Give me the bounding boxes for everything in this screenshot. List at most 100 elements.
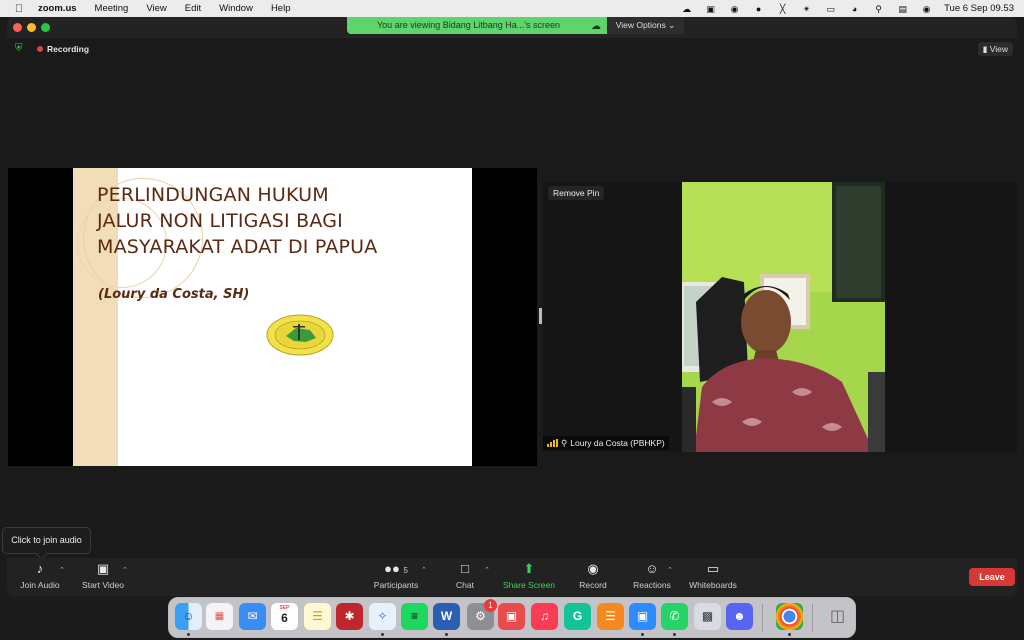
video-tile[interactable]: Remove Pin ⚲ Loury da Costa (PBHKP) xyxy=(543,182,1017,452)
reactions-button[interactable]: ☺ Reactions xyxy=(630,558,674,596)
apple-menu-icon[interactable]:  xyxy=(12,3,26,15)
join-audio-button[interactable]: ♪ Join Audio xyxy=(17,558,63,596)
record-button[interactable]: ◉ Record xyxy=(573,558,613,596)
music-icon[interactable]: ♫ xyxy=(531,603,558,630)
viewing-screen-text: You are viewing Bidang Litbang Ha...'s s… xyxy=(377,20,561,30)
close-window-button[interactable] xyxy=(13,23,22,32)
chat-button[interactable]: □ Chat xyxy=(447,558,483,596)
slide-title-line-1: PERLINDUNGAN HUKUM xyxy=(97,184,329,206)
battery-icon[interactable]: ▭ xyxy=(824,4,837,14)
participants-button[interactable]: ●● 5 Participants xyxy=(369,558,423,596)
spotify-icon[interactable]: ≡ xyxy=(401,603,428,630)
status-area: ☁ ▣ ◉ ● ╳ ✴ ▭ ◕ ⚲ ▤ ◉ Tue 6 Sep 09.53 xyxy=(680,0,1014,17)
share-screen-button[interactable]: ⬆ Share Screen xyxy=(499,558,559,596)
join-audio-tooltip: Click to join audio xyxy=(2,527,91,554)
minimize-window-button[interactable] xyxy=(27,23,36,32)
slide-title-line-2: JALUR NON LITIGASI BAGI xyxy=(97,210,343,232)
record-label: Record xyxy=(579,580,607,590)
cloud-icon: ☁ xyxy=(591,21,601,32)
discord-icon[interactable]: ☻ xyxy=(726,603,753,630)
menu-view[interactable]: View xyxy=(146,3,166,14)
running-indicator xyxy=(445,633,448,636)
shared-screen[interactable]: PERLINDUNGAN HUKUM JALUR NON LITIGASI BA… xyxy=(8,168,537,466)
video-options-chevron-icon[interactable]: ⌃ xyxy=(122,566,128,574)
chrome-icon[interactable] xyxy=(776,603,803,630)
books-icon[interactable]: ☰ xyxy=(597,603,624,630)
recording-indicator[interactable]: Recording xyxy=(37,44,89,54)
participants-label: Participants xyxy=(373,580,419,590)
view-options-label: View Options xyxy=(615,20,666,30)
shield-icon[interactable]: ⛨ xyxy=(15,44,25,54)
pin-icon: ⚲ xyxy=(561,438,568,448)
whatsapp-icon[interactable]: ✆ xyxy=(661,603,688,630)
mute-icon[interactable]: ╳ xyxy=(776,4,789,14)
signal-strength-icon xyxy=(547,439,558,447)
viewing-screen-banner: You are viewing Bidang Litbang Ha...'s s… xyxy=(347,17,607,34)
join-audio-label: Join Audio xyxy=(20,580,60,590)
start-video-label: Start Video xyxy=(82,580,124,590)
photo-booth-icon[interactable]: ▣ xyxy=(498,603,525,630)
mendeley-icon[interactable]: ✱ xyxy=(336,603,363,630)
start-video-button[interactable]: ▣ Start Video xyxy=(78,558,128,596)
grammarly-icon[interactable]: G xyxy=(564,603,591,630)
reactions-chevron-icon[interactable]: ⌃ xyxy=(667,566,673,574)
view-layout-icon: ▮ xyxy=(982,44,988,54)
participant-video-frame xyxy=(682,182,885,452)
running-indicator xyxy=(641,633,644,636)
bluetooth-icon[interactable]: ✴ xyxy=(800,4,813,14)
running-indicator xyxy=(673,633,676,636)
notification-badge: 1 xyxy=(484,599,497,612)
chat-bubble-icon: □ xyxy=(461,561,469,576)
zoom-status-icon[interactable]: ▣ xyxy=(704,4,717,14)
chevron-down-icon: ⌄ xyxy=(668,20,676,30)
participant-video xyxy=(682,182,885,452)
clock[interactable]: Tue 6 Sep 09.53 xyxy=(944,3,1014,14)
reactions-label: Reactions xyxy=(633,580,671,590)
participant-name: Loury da Costa (PBHKP) xyxy=(570,438,665,448)
calendar-icon[interactable]: SEP 6 xyxy=(271,603,298,630)
notes-icon[interactable]: ☰ xyxy=(304,603,331,630)
menu-bar:  zoom.us Meeting View Edit Window Help … xyxy=(0,0,1024,17)
headphones-icon: ♪ xyxy=(36,561,44,576)
cloud-icon[interactable]: ☁ xyxy=(680,4,693,14)
word-icon[interactable]: W xyxy=(433,603,460,630)
menu-help[interactable]: Help xyxy=(271,3,291,14)
preview-icon[interactable]: ▩ xyxy=(694,603,721,630)
menu-meeting[interactable]: Meeting xyxy=(95,3,129,14)
menu-edit[interactable]: Edit xyxy=(185,3,201,14)
launchpad-icon[interactable]: ▦ xyxy=(206,603,233,630)
chat-chevron-icon[interactable]: ⌃ xyxy=(484,566,490,574)
wifi-icon[interactable]: ◕ xyxy=(848,4,861,14)
menu-window[interactable]: Window xyxy=(219,3,253,14)
participants-chevron-icon[interactable]: ⌃ xyxy=(421,566,427,574)
view-options-button[interactable]: View Options ⌄ xyxy=(607,17,684,34)
view-button[interactable]: ▮ View xyxy=(977,42,1013,56)
screen-share-status-icon[interactable]: ◉ xyxy=(728,4,741,14)
whiteboard-icon: ▭ xyxy=(706,561,720,576)
meeting-toolbar: ♪ Join Audio ⌃ ▣ Start Video ⌃ ●● 5 Part… xyxy=(7,558,1017,596)
app-menu[interactable]: zoom.us xyxy=(38,3,77,14)
slide-title-line-3: MASYARAKAT ADAT DI PAPUA xyxy=(97,236,378,258)
leave-button[interactable]: Leave xyxy=(969,568,1015,586)
mail-icon[interactable]: ✉ xyxy=(239,603,266,630)
ghost-icon[interactable]: ● xyxy=(752,4,765,14)
control-center-icon[interactable]: ▤ xyxy=(896,4,909,14)
zoom-app-icon[interactable]: ▣ xyxy=(629,603,656,630)
remove-pin-button[interactable]: Remove Pin xyxy=(548,186,605,200)
resize-handle[interactable] xyxy=(539,308,542,324)
trash-icon[interactable]: ◫ xyxy=(824,603,851,630)
video-off-icon: ▣ xyxy=(96,561,110,576)
siri-icon[interactable]: ◉ xyxy=(920,4,933,14)
spotlight-search-icon[interactable]: ⚲ xyxy=(872,4,885,14)
whiteboards-button[interactable]: ▭ Whiteboards xyxy=(685,558,741,596)
calendar-day: 6 xyxy=(281,611,288,625)
chat-label: Chat xyxy=(456,580,474,590)
organization-logo xyxy=(266,314,334,356)
safari-icon[interactable]: ✧ xyxy=(369,603,396,630)
zoom-window-button[interactable] xyxy=(41,23,50,32)
finder-icon[interactable]: ☺ xyxy=(175,603,202,630)
participants-icon: ●● 5 xyxy=(384,561,408,576)
dock-separator xyxy=(762,604,763,632)
view-label: View xyxy=(989,44,1008,54)
audio-options-chevron-icon[interactable]: ⌃ xyxy=(59,566,65,574)
